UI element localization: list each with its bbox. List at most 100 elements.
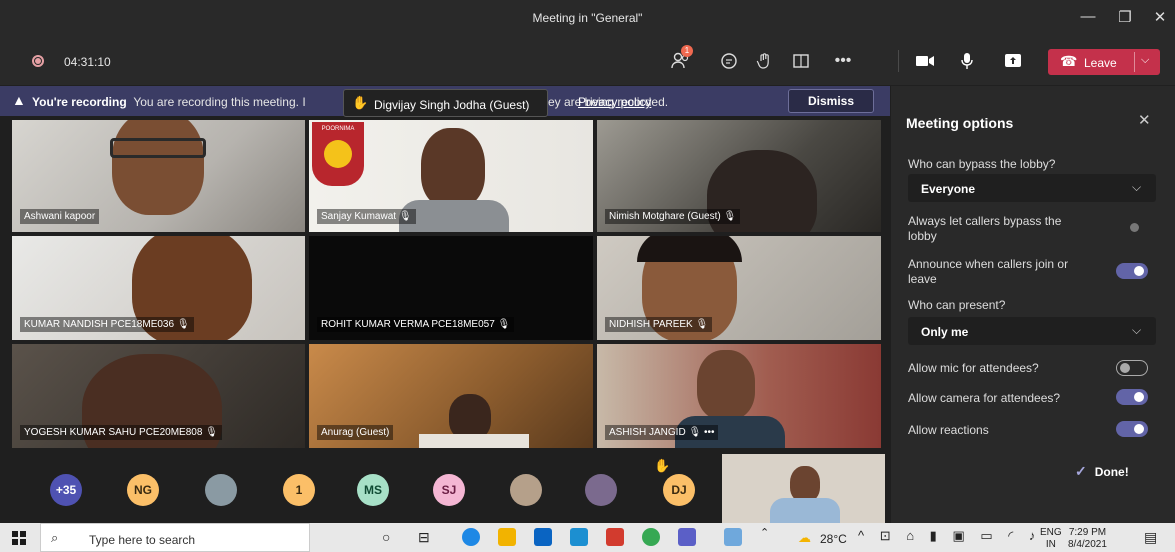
app-l-icon[interactable] — [570, 528, 588, 546]
window-title: Meeting in "General" — [532, 11, 643, 25]
poster-logo: POORNIMA — [312, 122, 364, 186]
mic-muted-icon: 🎙 — [688, 427, 702, 438]
privacy-policy-link[interactable]: Privacy policy — [578, 95, 651, 109]
more-icon: ••• — [834, 52, 852, 69]
participant-video — [421, 128, 485, 208]
who-can-present-select[interactable]: Only me ⌵ — [908, 317, 1156, 345]
edge-icon[interactable] — [462, 528, 480, 546]
office-icon[interactable] — [606, 528, 624, 546]
warning-icon: ▲ — [12, 92, 26, 108]
self-video-preview[interactable] — [722, 454, 885, 523]
participants-button[interactable]: 1 — [668, 45, 694, 74]
video-tile[interactable]: Nimish Motghare (Guest) 🎙 — [597, 120, 881, 232]
avatar[interactable]: NG — [127, 474, 159, 506]
chevron-down-icon[interactable]: ⌵ — [1141, 54, 1149, 67]
cortana-icon[interactable]: ○ — [382, 529, 390, 545]
clock[interactable]: 7:29 PM 8/4/2021 — [1068, 527, 1107, 551]
search-icon: ⌕ — [51, 530, 59, 545]
minimize-button[interactable]: — — [1078, 8, 1098, 25]
share-button[interactable] — [1000, 48, 1026, 74]
language-indicator[interactable]: ENG IN — [1040, 527, 1062, 551]
video-tile[interactable]: YOGESH KUMAR SAHU PCE20ME808 🎙 — [12, 344, 305, 448]
mic-muted-icon: 🎙 — [497, 319, 511, 330]
avatar[interactable] — [205, 474, 237, 506]
more-icon[interactable]: ••• — [704, 427, 715, 438]
video-tile[interactable]: NIDHISH PAREEK 🎙 — [597, 236, 881, 340]
announce-callers-toggle[interactable] — [1116, 263, 1148, 279]
chrome-icon[interactable] — [642, 528, 660, 546]
chat-icon — [721, 53, 737, 69]
who-can-present-label: Who can present? — [908, 298, 1006, 312]
allow-mic-toggle[interactable] — [1116, 360, 1148, 376]
mail-icon[interactable] — [534, 528, 552, 546]
banner-message: You're recording You are recording this … — [32, 95, 306, 109]
tile-name: Nimish Motghare (Guest) 🎙 — [605, 209, 741, 224]
participant-video — [697, 350, 755, 420]
clock-time: 7:29 PM — [1068, 527, 1107, 538]
avatar[interactable]: 1 — [283, 474, 315, 506]
camera-button[interactable] — [912, 48, 938, 74]
leave-button[interactable]: ☎ Leave ⌵ — [1048, 49, 1160, 75]
allow-camera-toggle[interactable] — [1116, 389, 1148, 405]
task-view-icon[interactable]: ⊟ — [418, 529, 430, 546]
tile-name: Sanjay Kumawat 🎙 — [317, 209, 416, 224]
allow-mic-label: Allow mic for attendees? — [908, 361, 1039, 375]
banner-bold: You're recording — [32, 95, 127, 109]
raise-hand-icon — [756, 53, 769, 69]
video-tile[interactable]: ROHIT KUMAR VERMA PCE18ME057 🎙 — [309, 236, 593, 340]
raised-hand-icon: ✋ — [352, 95, 369, 110]
windows-start-icon[interactable] — [12, 531, 26, 545]
shirt — [419, 434, 529, 448]
mic-muted-icon: 🎙 — [176, 319, 190, 330]
avatar[interactable]: DJ — [663, 474, 695, 506]
bypass-lobby-label: Who can bypass the lobby? — [908, 157, 1056, 171]
video-tile[interactable]: Anurag (Guest) — [309, 344, 593, 448]
meeting-options-panel: Meeting options ✕ Who can bypass the lob… — [891, 86, 1175, 523]
video-tile[interactable]: KUMAR NANDISH PCE18ME036 🎙 — [12, 236, 305, 340]
leave-label: Leave — [1084, 56, 1117, 70]
bypass-lobby-select[interactable]: Everyone ⌵ — [908, 174, 1156, 202]
more-actions-button[interactable]: ••• — [830, 48, 856, 74]
avatar[interactable] — [510, 474, 542, 506]
participant-video — [790, 466, 820, 502]
tooltip-name: Digvijay Singh Jodha (Guest) — [374, 98, 530, 112]
hair — [637, 236, 742, 262]
close-window-button[interactable]: ✕ — [1150, 8, 1170, 26]
mic-muted-icon: 🎙 — [205, 427, 218, 438]
microphone-button[interactable] — [954, 48, 980, 74]
mic-muted-icon: 🎙 — [723, 211, 737, 222]
teams-icon[interactable] — [678, 528, 696, 546]
rooms-button[interactable] — [788, 48, 814, 74]
chevron-down-icon: ⌵ — [1132, 323, 1142, 337]
avatar[interactable]: SJ — [433, 474, 465, 506]
tile-name: KUMAR NANDISH PCE18ME036 🎙 — [20, 317, 194, 332]
poster-text: POORNIMA — [321, 126, 355, 132]
video-tile[interactable]: Ashwani kapoor — [12, 120, 305, 232]
avatar[interactable] — [585, 474, 617, 506]
leave-divider — [1134, 52, 1135, 72]
maximize-button[interactable]: ❐ — [1115, 8, 1135, 26]
notifications-icon[interactable]: ▤ — [1144, 529, 1157, 546]
tile-name: ASHISH JANGID 🎙 ••• — [605, 425, 719, 440]
avatar[interactable]: MS — [357, 474, 389, 506]
panel-title: Meeting options — [906, 115, 1014, 131]
close-icon[interactable]: ✕ — [1138, 111, 1151, 129]
callers-bypass-toggle[interactable] — [1116, 220, 1148, 236]
avatar[interactable]: +35 — [50, 474, 82, 506]
mic-muted-icon: 🎙 — [398, 211, 412, 222]
allow-reactions-label: Allow reactions — [908, 423, 989, 437]
weather-text[interactable]: 28°C — [820, 532, 847, 546]
allow-reactions-toggle[interactable] — [1116, 421, 1148, 437]
chat-button[interactable] — [716, 48, 742, 74]
dismiss-button[interactable]: Dismiss — [788, 89, 874, 113]
video-tile[interactable]: POORNIMA Sanjay Kumawat 🎙 — [309, 120, 593, 232]
system-tray-icons[interactable]: ^ ⊡ ⌂ ▮ ▣ ▭ ◜ ♪ — [858, 528, 1041, 544]
taskbar-search[interactable]: ⌕ Type here to search — [40, 523, 310, 552]
reactions-button[interactable] — [752, 48, 778, 74]
done-button[interactable]: ✓ Done! — [1075, 463, 1129, 480]
mic-muted-icon: 🎙 — [695, 319, 709, 330]
video-tile[interactable]: ASHISH JANGID 🎙 ••• — [597, 344, 881, 448]
file-explorer-icon[interactable] — [498, 528, 516, 546]
photos-icon[interactable] — [724, 528, 742, 546]
chevron-up-icon[interactable]: ⌃ — [760, 526, 769, 539]
